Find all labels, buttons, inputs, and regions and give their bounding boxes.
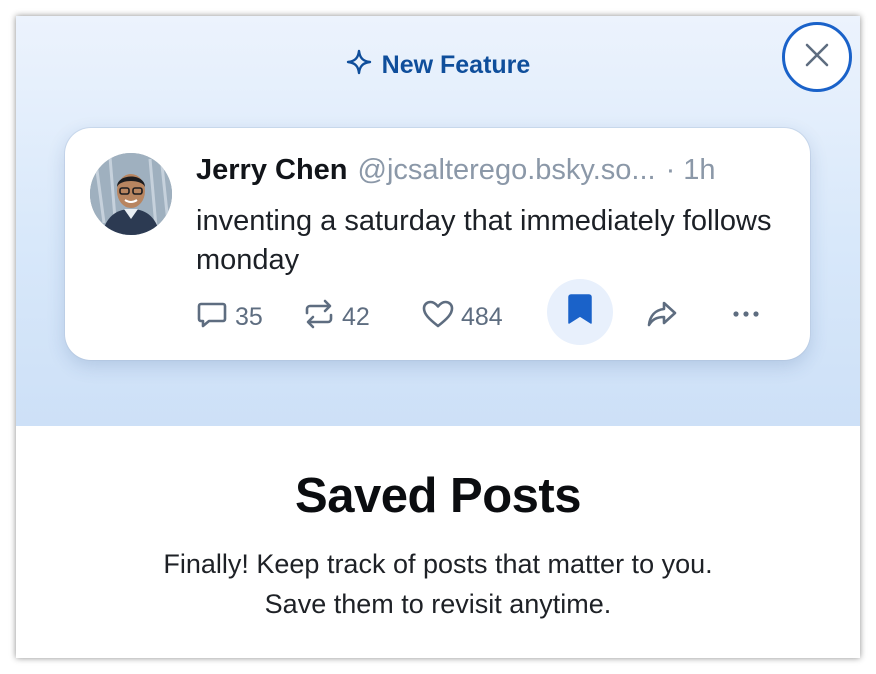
dialog-title: Saved Posts	[295, 469, 581, 523]
repost-button[interactable]: 42	[302, 293, 370, 341]
like-button[interactable]: 484	[421, 293, 503, 341]
bookmark-button[interactable]	[547, 279, 613, 345]
bookmark-filled-icon	[565, 292, 595, 333]
post-actions: 35 42 484	[65, 279, 810, 363]
saved-posts-dialog: New Feature Jerry Chen @jcsalterego.bsky…	[16, 16, 860, 658]
new-feature-label: New Feature	[381, 50, 531, 79]
reply-icon	[195, 297, 229, 338]
separator-dot: ·	[665, 154, 676, 186]
more-options-button[interactable]	[729, 293, 763, 341]
reply-count: 35	[235, 302, 263, 331]
hero-banner: New Feature Jerry Chen @jcsalterego.bsky…	[16, 16, 860, 426]
more-dots-icon	[729, 297, 763, 338]
share-arrow-icon	[645, 297, 679, 338]
close-icon	[802, 40, 832, 75]
dialog-description: Finally! Keep track of posts that matter…	[16, 544, 860, 624]
post-author[interactable]: Jerry Chen	[196, 154, 348, 187]
post-handle[interactable]: @jcsalterego.bsky.so...	[358, 154, 656, 187]
post-text: inventing a saturday that immediately fo…	[196, 205, 772, 276]
heart-icon	[421, 297, 455, 338]
description-line-1: Finally! Keep track of posts that matter…	[163, 549, 713, 579]
example-post-card: Jerry Chen @jcsalterego.bsky.so... · 1h …	[65, 128, 810, 360]
close-button[interactable]	[782, 22, 852, 92]
reply-button[interactable]: 35	[195, 293, 263, 341]
new-feature-badge: New Feature	[16, 48, 860, 82]
sparkle-icon	[346, 49, 372, 82]
share-button[interactable]	[645, 293, 679, 341]
repost-icon	[302, 297, 336, 338]
post-time: 1h	[683, 154, 716, 186]
like-count: 484	[461, 302, 503, 331]
avatar	[90, 153, 172, 235]
description-line-2: Save them to revisit anytime.	[264, 589, 612, 619]
repost-count: 42	[342, 302, 370, 331]
post-header: Jerry Chen @jcsalterego.bsky.so... · 1h	[196, 154, 716, 192]
